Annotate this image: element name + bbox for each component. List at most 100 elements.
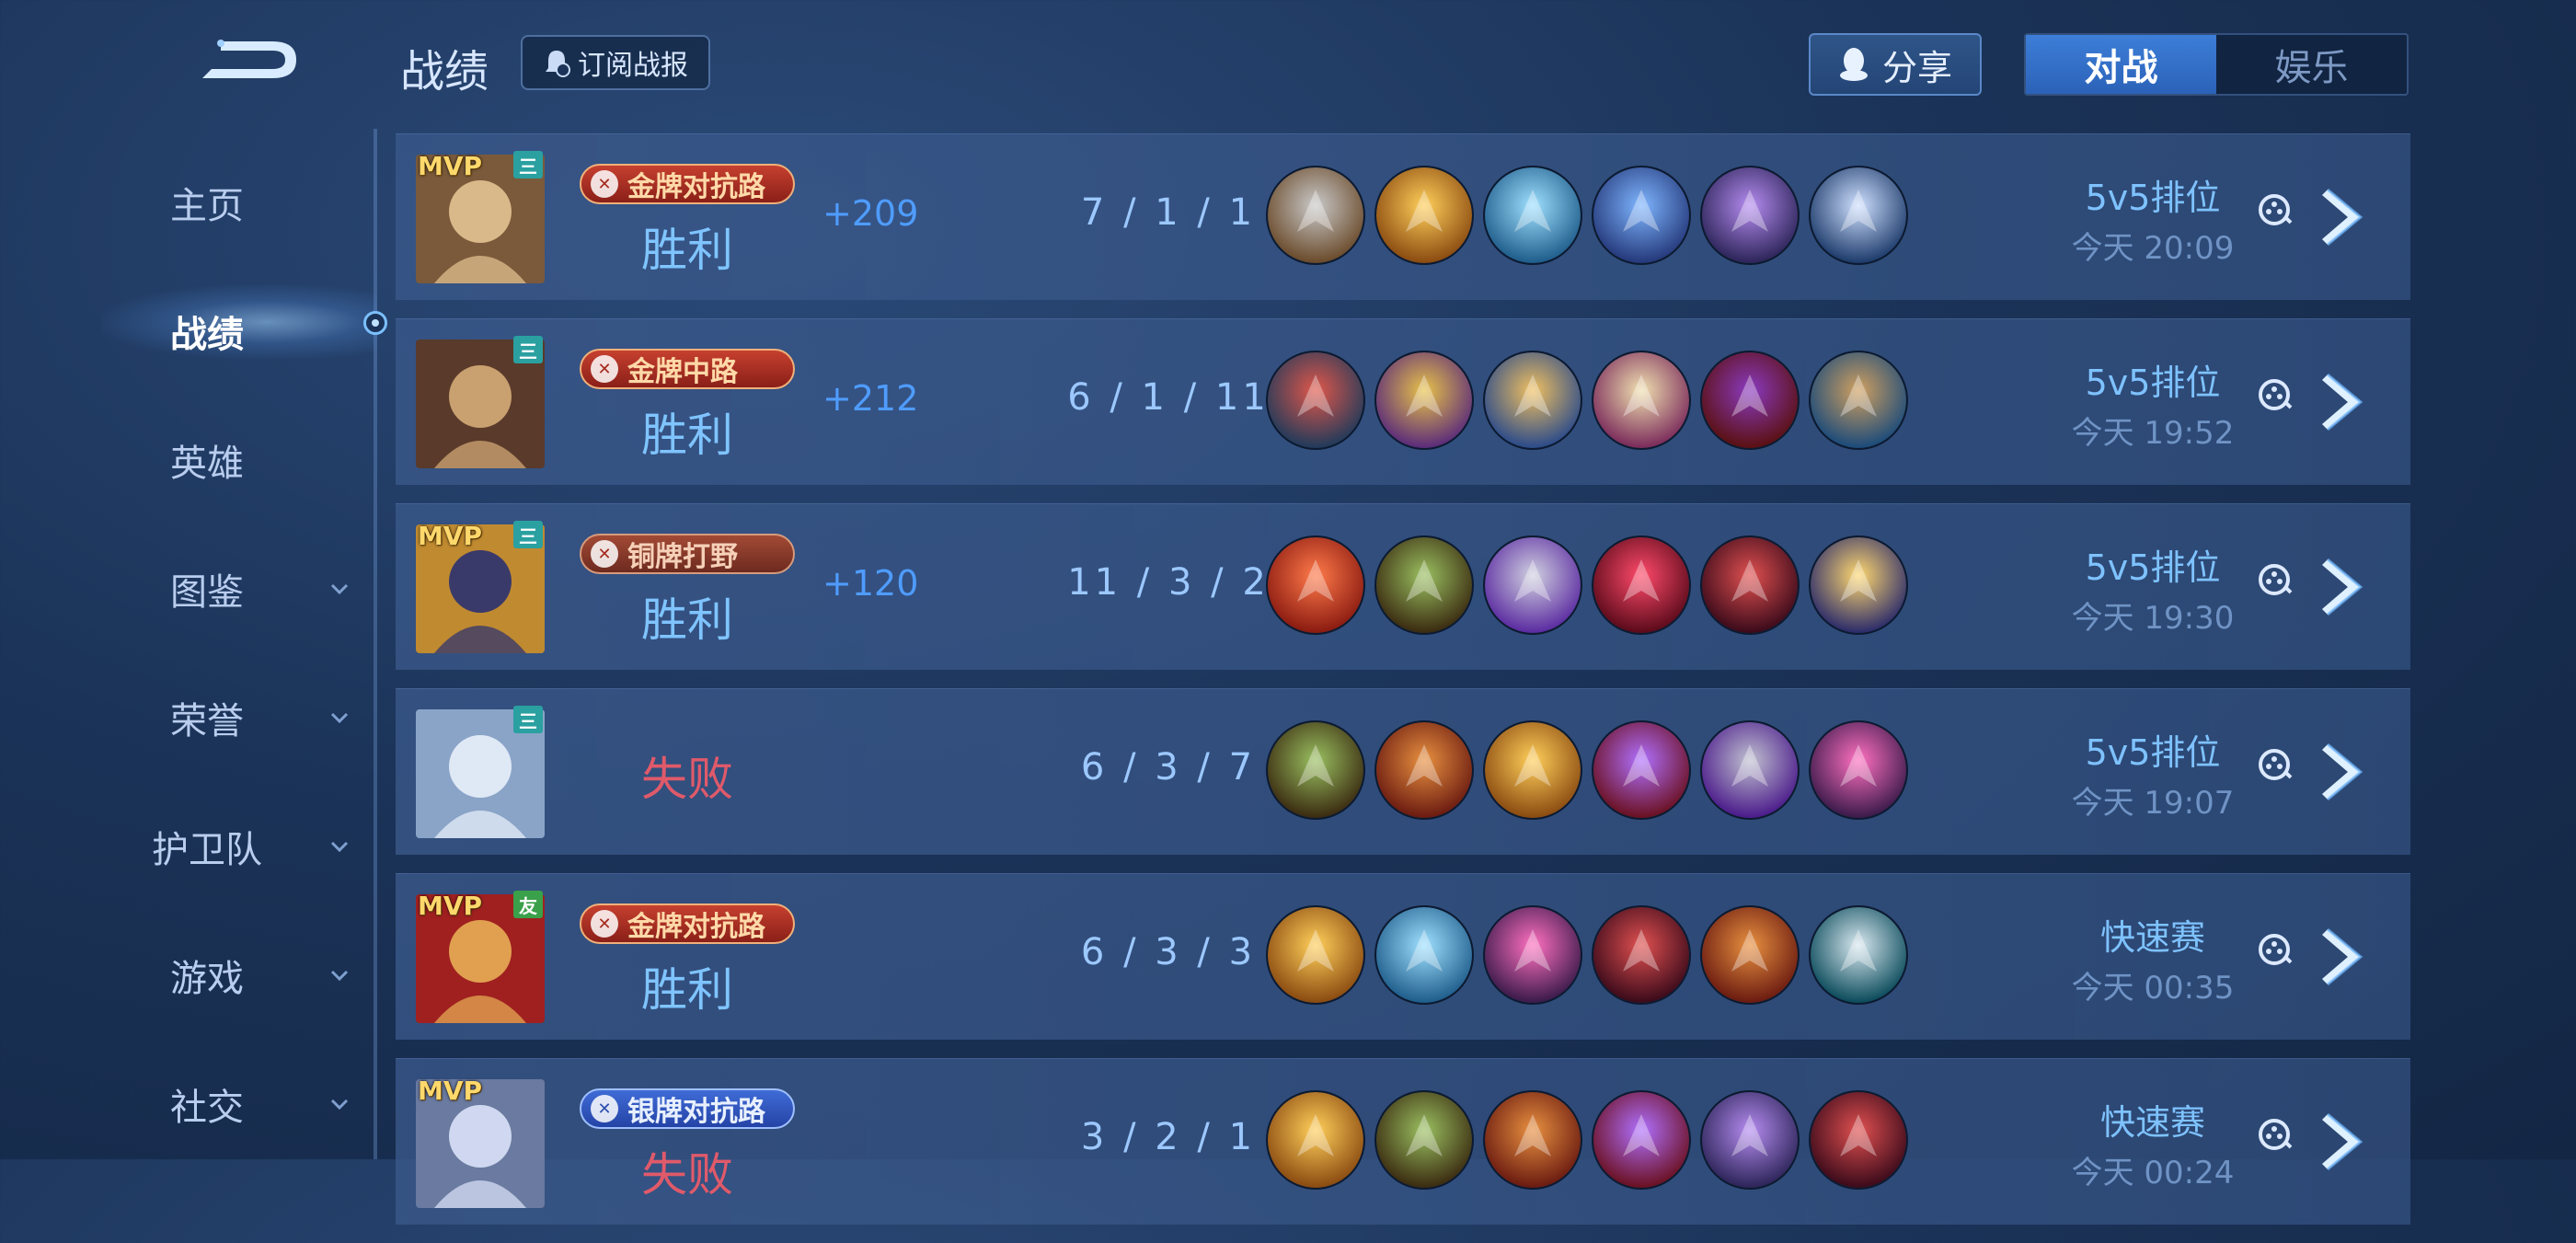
sidebar-item-games[interactable]: 游戏 <box>0 911 377 1040</box>
sidebar-item-label: 游戏 <box>170 958 244 1000</box>
fire-wings-item-icon[interactable] <box>1268 907 1363 1003</box>
item-build <box>1268 1092 1906 1188</box>
chevron-right-icon[interactable] <box>2315 554 2375 620</box>
replay-icon[interactable] <box>2254 559 2294 600</box>
purple-fist-item-icon[interactable] <box>1593 722 1689 818</box>
dark-blade-item-icon[interactable] <box>1593 907 1689 1003</box>
dark-blade-item-icon[interactable] <box>1702 537 1798 633</box>
fire-wings-item-icon[interactable] <box>1268 1092 1363 1188</box>
sidebar-item-label: 英雄 <box>170 443 244 485</box>
dark-hat-item-icon[interactable] <box>1702 352 1798 448</box>
subscribe-label: 订阅战报 <box>578 50 688 82</box>
lane-sword-icon: ✕ <box>591 355 618 383</box>
match-row[interactable]: MVP 三 ✕ 金牌对抗路 胜利 +209 7 / 1 / 1 5v5排位 今天 20: <box>396 133 2410 300</box>
subscribe-report-button[interactable]: 订阅战报 <box>521 35 710 90</box>
green-boots-item-icon[interactable] <box>1376 537 1472 633</box>
purple-armor-item-icon[interactable] <box>1702 167 1798 263</box>
replay-icon[interactable] <box>2254 374 2294 415</box>
gold-star-item-icon[interactable] <box>1811 537 1906 633</box>
match-row[interactable]: MVP ✕ 银牌对抗路 失败 3 / 2 / 1 快速赛 今天 00:24 <box>396 1058 2410 1225</box>
rank-corner-badge: 三 <box>513 706 543 733</box>
lane-badge: ✕ 铜牌打野 <box>580 534 795 574</box>
staff-item-icon[interactable] <box>1811 352 1906 448</box>
dark-blade-item-icon[interactable] <box>1811 1092 1906 1188</box>
red-boots-item-icon[interactable] <box>1268 352 1363 448</box>
tab-entertainment[interactable]: 娱乐 <box>2216 35 2407 94</box>
share-button[interactable]: 分享 <box>1809 33 1982 96</box>
back-icon[interactable] <box>193 32 304 87</box>
lane-sword-icon: ✕ <box>591 540 618 568</box>
sidebar-item-label: 社交 <box>170 1087 244 1129</box>
match-result: 失败 <box>641 753 733 806</box>
demon-wings-item-icon[interactable] <box>1593 537 1689 633</box>
match-row[interactable]: 三失败 6 / 3 / 7 5v5排位 今天 19:07 <box>396 688 2410 855</box>
rank-points: +120 <box>822 563 919 604</box>
orb-crown-item-icon[interactable] <box>1485 352 1581 448</box>
replay-icon[interactable] <box>2254 929 2294 970</box>
spellbook-item-icon[interactable] <box>1593 352 1689 448</box>
green-boots-item-icon[interactable] <box>1268 722 1363 818</box>
sidebar-item-guard[interactable]: 护卫队 <box>0 782 377 911</box>
axe-item-icon[interactable] <box>1485 537 1581 633</box>
game-mode: 快速赛 <box>2099 1102 2205 1143</box>
replay-icon[interactable] <box>2254 1114 2294 1155</box>
purple-gauntlet-item-icon[interactable] <box>1702 722 1798 818</box>
spear-item-icon[interactable] <box>1811 167 1906 263</box>
replay-icon[interactable] <box>2254 190 2294 230</box>
red-armor-item-icon[interactable] <box>1485 1092 1581 1188</box>
match-row[interactable]: 三 ✕ 金牌中路 胜利 +212 6 / 1 / 11 5v5排位 今天 19:52 <box>396 318 2410 485</box>
red-blade-item-icon[interactable] <box>1268 537 1363 633</box>
lane-badge: ✕ 金牌中路 <box>580 349 795 389</box>
share-label: 分享 <box>1881 47 1952 88</box>
lane-sword-icon: ✕ <box>591 1095 618 1122</box>
sidebar-item-records[interactable]: 战绩 <box>0 267 377 396</box>
match-list: MVP 三 ✕ 金牌对抗路 胜利 +209 7 / 1 / 1 5v5排位 今天 20: <box>396 133 2410 1243</box>
sidebar-item-home[interactable]: 主页 <box>0 138 377 267</box>
pink-armor-item-icon[interactable] <box>1485 907 1581 1003</box>
lane-label: 金牌中路 <box>627 356 738 388</box>
claw-item-icon[interactable] <box>1811 907 1906 1003</box>
lane-label: 金牌对抗路 <box>627 911 765 943</box>
match-row[interactable]: MVP 三 ✕ 铜牌打野 胜利 +120 11 / 3 / 2 5v5排位 今天 19: <box>396 503 2410 670</box>
sidebar-item-heroes[interactable]: 英雄 <box>0 396 377 524</box>
red-armor-item-icon[interactable] <box>1376 722 1472 818</box>
boots-item-icon[interactable] <box>1268 167 1363 263</box>
chevron-down-icon <box>330 970 349 982</box>
tab-battle[interactable]: 对战 <box>2026 35 2216 94</box>
fire-wings-item-icon[interactable] <box>1376 167 1472 263</box>
sidebar-item-codex[interactable]: 图鉴 <box>0 524 377 653</box>
match-result: 胜利 <box>641 224 733 277</box>
golden-mask-item-icon[interactable] <box>1376 352 1472 448</box>
chevron-right-icon[interactable] <box>2315 739 2375 805</box>
blue-blade-item-icon[interactable] <box>1593 167 1689 263</box>
ice-shield-item-icon[interactable] <box>1376 907 1472 1003</box>
red-armor-item-icon[interactable] <box>1702 907 1798 1003</box>
green-boots-item-icon[interactable] <box>1376 1092 1472 1188</box>
chevron-right-icon[interactable] <box>2315 184 2375 250</box>
chevron-down-icon <box>330 583 349 595</box>
lane-label: 铜牌打野 <box>627 541 738 573</box>
chevron-right-icon[interactable] <box>2315 1109 2375 1175</box>
sidebar-item-honor[interactable]: 荣誉 <box>0 653 377 782</box>
purple-armor-item-icon[interactable] <box>1702 1092 1798 1188</box>
rank-corner-badge: 三 <box>513 151 543 178</box>
match-row[interactable]: MVP 友 ✕ 金牌对抗路 胜利 6 / 3 / 3 快速赛 今天 00:35 <box>396 873 2410 1040</box>
lane-label: 银牌对抗路 <box>627 1096 765 1128</box>
replay-icon[interactable] <box>2254 744 2294 785</box>
match-time: 今天 19:30 <box>2071 600 2235 637</box>
sidebar-item-social[interactable]: 社交 <box>0 1040 377 1168</box>
match-time: 今天 00:24 <box>2071 1155 2235 1191</box>
fire-wings-item-icon[interactable] <box>1485 722 1581 818</box>
chevron-down-icon <box>330 1099 349 1111</box>
purple-fist-item-icon[interactable] <box>1593 1092 1689 1188</box>
rank-corner-badge: 三 <box>513 521 543 548</box>
pink-armor-item-icon[interactable] <box>1811 722 1906 818</box>
mvp-badge: MVP <box>418 1076 483 1106</box>
sidebar-item-label: 主页 <box>170 185 244 227</box>
sidebar-nav: 主页 战绩 英雄 图鉴 荣誉 护卫队 游戏 社交 <box>0 138 377 1168</box>
lane-badge: ✕ 金牌对抗路 <box>580 903 795 944</box>
chevron-right-icon[interactable] <box>2315 924 2375 990</box>
chevron-right-icon[interactable] <box>2315 369 2375 435</box>
ice-shield-item-icon[interactable] <box>1485 167 1581 263</box>
lane-badge: ✕ 金牌对抗路 <box>580 164 795 204</box>
